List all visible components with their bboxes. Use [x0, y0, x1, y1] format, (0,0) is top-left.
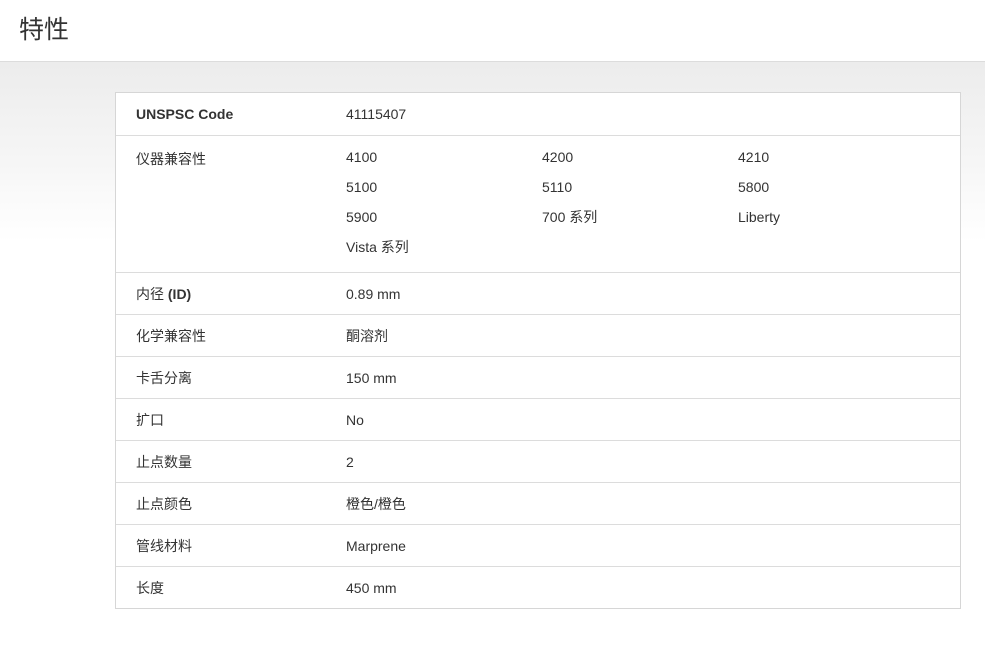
compat-item: Liberty [738, 209, 781, 225]
spec-value: 150 mm [346, 369, 397, 386]
content-area: UNSPSC Code 41115407 仪器兼容性 4100 4200 421… [0, 62, 985, 658]
spec-value: 41115407 [346, 106, 407, 122]
compat-item: 4200 [542, 149, 574, 165]
spec-row-chem-compat: 化学兼容性 酮溶剂 [116, 314, 960, 356]
spec-label: 止点数量 [136, 453, 192, 470]
page-header: 特性 [0, 0, 985, 62]
spec-label: 扩口 [136, 411, 164, 428]
spec-value: 0.89 mm [346, 285, 401, 302]
spec-row-tubing-material: 管线材料 Marprene [116, 524, 960, 566]
spec-value: Marprene [346, 537, 406, 554]
compat-item: 700 系列 [542, 209, 598, 225]
compat-item: 4100 [346, 149, 378, 165]
spec-label-text: 内径 [136, 285, 168, 302]
compat-item: 5800 [738, 179, 770, 195]
spec-label: 化学兼容性 [136, 327, 206, 344]
compat-grid: 4100 4200 4210 5100 5110 5800 5900 700 系… [346, 149, 960, 255]
spec-row-flared: 扩口 No [116, 398, 960, 440]
compat-item: 5110 [542, 179, 573, 195]
spec-row-stop-count: 止点数量 2 [116, 440, 960, 482]
spec-row-unspsc: UNSPSC Code 41115407 [116, 93, 960, 135]
spec-row-stop-color: 止点颜色 橙色/橙色 [116, 482, 960, 524]
spec-value: 450 mm [346, 579, 397, 596]
page-title: 特性 [19, 14, 70, 44]
spec-value: 酮溶剂 [346, 327, 388, 344]
spec-value: No [346, 411, 364, 428]
spec-label: 仪器兼容性 [136, 151, 206, 167]
compat-item: 4210 [738, 149, 770, 165]
spec-label: 管线材料 [136, 537, 192, 554]
compat-item: 5100 [346, 179, 378, 195]
compat-item: Vista 系列 [346, 239, 409, 255]
spec-table: UNSPSC Code 41115407 仪器兼容性 4100 4200 421… [115, 92, 961, 609]
spec-row-inner-diameter: 内径 (ID) 0.89 mm [116, 272, 960, 314]
spec-label: 卡舌分离 [136, 369, 192, 386]
spec-row-length: 长度 450 mm [116, 566, 960, 608]
compat-item: 5900 [346, 209, 378, 225]
spec-label: 长度 [136, 579, 164, 596]
spec-row-clip-separation: 卡舌分离 150 mm [116, 356, 960, 398]
spec-label: UNSPSC Code [136, 106, 234, 122]
spec-label-abbrev: (ID) [167, 285, 192, 302]
spec-value: 橙色/橙色 [346, 495, 406, 512]
spec-label: 止点颜色 [136, 495, 192, 512]
spec-row-instrument-compat: 仪器兼容性 4100 4200 4210 5100 5110 5800 5900… [116, 135, 960, 272]
spec-value: 2 [346, 453, 354, 470]
spec-label: 内径 (ID) [116, 284, 346, 304]
